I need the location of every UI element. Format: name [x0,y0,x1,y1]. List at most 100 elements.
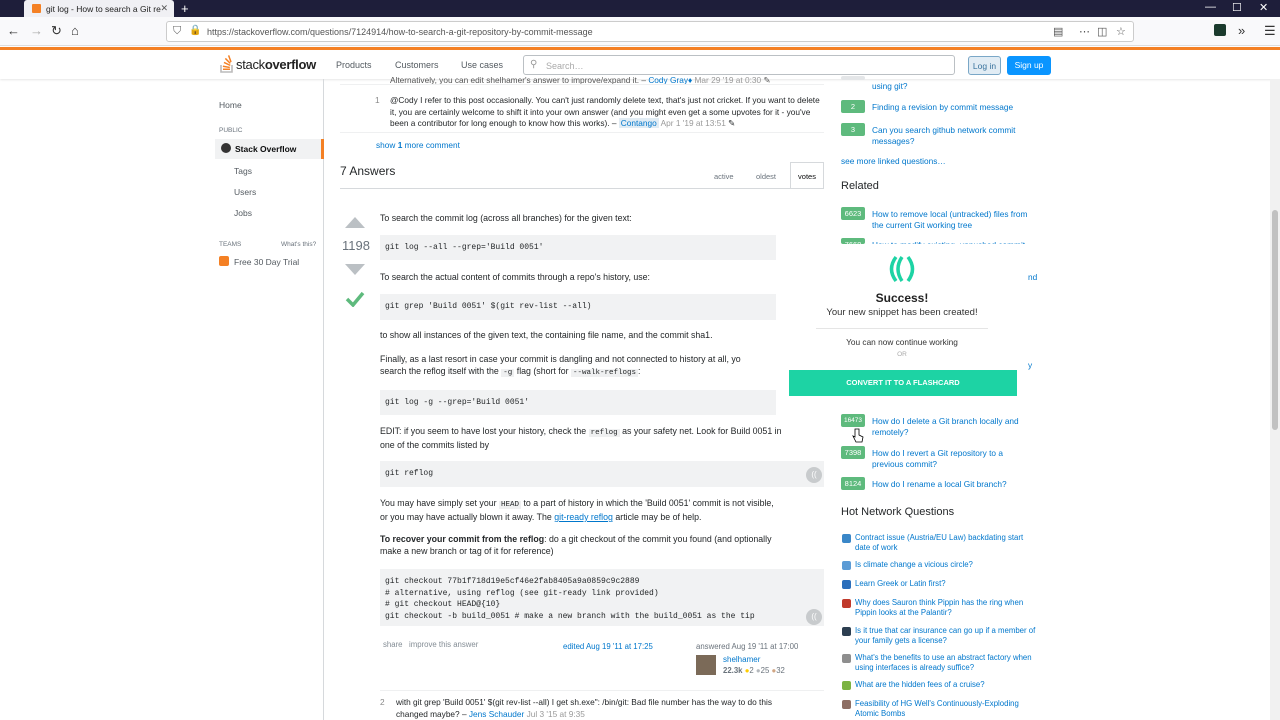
answer-paragraph: You may have simply set your HEAD to a p… [380,498,774,522]
snippet-logo-icon [889,255,915,283]
browser-tab[interactable]: git log - How to search a Git re ✕ [24,0,174,17]
overflow-chevron-icon[interactable]: » [1238,23,1245,38]
hot-question-link[interactable]: Contract issue (Austria/EU Law) backdati… [855,533,1040,553]
reload-icon[interactable]: ↻ [51,23,62,39]
free-trial-link[interactable]: Free 30 Day Trial [234,257,299,267]
extension-icon[interactable] [1214,24,1226,36]
minimize-icon[interactable]: — [1205,1,1216,13]
comment-author[interactable]: Jens Schauder [469,709,524,719]
linked-question-link[interactable]: using git? [872,81,1032,92]
comment-author[interactable]: Contango [618,118,659,128]
linked-count: 3 [841,123,865,136]
answer-paragraph: To search the actual content of commits … [380,272,650,282]
reader-view-icon[interactable]: ▤ [1053,25,1063,38]
improve-answer-link[interactable]: improve this answer [409,640,478,649]
forward-icon[interactable]: → [30,23,43,38]
close-tab-icon[interactable]: ✕ [160,3,168,14]
window-close-icon[interactable]: ✕ [1259,1,1268,14]
shield-icon[interactable]: ⛉ [173,25,181,38]
maximize-icon[interactable]: ☐ [1232,1,1242,14]
sort-tab-active[interactable]: active [714,172,734,181]
sidebar-item-users[interactable]: Users [234,187,256,197]
new-tab-icon[interactable]: + [181,1,189,16]
site-icon [842,627,851,636]
whats-this-link[interactable]: What's this? [281,241,316,248]
hot-question-link[interactable]: Is it true that car insurance can go up … [855,626,1040,646]
related-heading: Related [841,180,879,192]
home-icon[interactable]: ⌂ [71,23,79,38]
nav-customers[interactable]: Customers [395,60,439,70]
hot-question-link[interactable]: Learn Greek or Latin first? [855,579,1040,589]
convert-flashcard-button[interactable]: CONVERT IT TO A FLASHCARD [789,370,1017,396]
back-icon[interactable]: ← [7,23,20,38]
stackoverflow-logo-icon[interactable] [220,55,234,73]
url-bar[interactable]: ⛉ 🔒 https://stackoverflow.com/questions/… [166,21,1134,42]
sidebar-section-public: PUBLIC [219,127,243,134]
answered-timestamp: answered Aug 19 '11 at 17:00 [696,642,799,651]
related-link-peek[interactable]: y [1028,360,1038,371]
accepted-check-icon [345,291,365,307]
hot-question-link[interactable]: Is climate change a vicious circle? [855,560,1040,570]
upvote-arrow-icon[interactable] [345,216,365,228]
related-link-peek[interactable]: nd [1028,272,1042,283]
signup-button[interactable]: Sign up [1007,56,1051,75]
search-icon: ⚲ [530,59,538,70]
scrollbar-thumb[interactable] [1272,210,1278,430]
briefcase-icon [219,256,229,266]
site-icon [842,700,851,709]
answer-paragraph: Finally, as a last resort in case your c… [380,354,741,377]
site-icon [842,681,851,690]
comment-body: @Cody I refer to this post occasionally.… [390,95,820,128]
snippet-icon[interactable]: (( [806,609,822,625]
sidebar-item-label: Stack Overflow [235,144,297,154]
hot-question-link[interactable]: What are the hidden fees of a cruise? [855,680,1040,690]
sidebar-item-tags[interactable]: Tags [234,166,252,176]
sort-tab-oldest[interactable]: oldest [756,172,776,181]
downvote-arrow-icon[interactable] [345,264,365,276]
sort-tab-votes[interactable]: votes [790,162,824,188]
lock-icon[interactable]: 🔒 [189,25,201,36]
user-name[interactable]: shelhamer [723,655,760,664]
nav-products[interactable]: Products [336,60,372,70]
hot-question-link[interactable]: Why does Sauron think Pippin has the rin… [855,598,1040,618]
pocket-icon[interactable]: ◫ [1097,25,1107,38]
globe-icon [221,143,231,153]
linked-question-link[interactable]: Finding a revision by commit message [872,102,1032,113]
answer-paragraph: to show all instances of the given text,… [380,330,713,340]
linked-question-link[interactable]: Can you search github network commit mes… [872,125,1032,147]
hot-question-link[interactable]: What's the benefits to use an abstract f… [855,653,1040,673]
login-button[interactable]: Log in [968,56,1001,75]
snippet-icon[interactable]: (( [806,467,822,483]
search-placeholder: Search… [546,61,584,71]
browser-titlebar: git log - How to search a Git re ✕ + — ☐… [0,0,1280,17]
hot-question-link[interactable]: Feasibility of HG Well's Continuously-Ex… [855,699,1040,719]
continue-working-text: You can now continue working [846,337,958,347]
comment-vote-count: 1 [375,95,380,105]
comment-author[interactable]: Cody Gray♦ [648,75,692,84]
bookmark-star-icon[interactable]: ☆ [1116,25,1126,38]
git-ready-reflog-link[interactable]: git-ready reflog [554,512,613,522]
related-question-link[interactable]: How to remove local (untracked) files fr… [872,209,1032,231]
edited-timestamp[interactable]: edited Aug 19 '11 at 17:25 [563,642,653,651]
sidebar-item-home[interactable]: Home [219,100,242,110]
comment-divider [380,690,824,691]
share-link[interactable]: share [383,640,403,649]
answer-vote-count: 1198 [342,238,370,253]
see-more-linked-link[interactable]: see more linked questions… [841,156,946,166]
menu-hamburger-icon[interactable]: ☰ [1264,23,1276,39]
related-question-link[interactable]: How do I delete a Git branch locally and… [872,416,1032,438]
answers-tabs-divider [340,188,824,189]
related-question-link[interactable]: How do I rename a local Git branch? [872,479,1032,490]
logo-text[interactable]: stackoverflow [236,57,316,72]
nav-use-cases[interactable]: Use cases [461,60,503,70]
search-input[interactable]: ⚲ Search… [523,55,955,75]
show-more-comments-link[interactable]: show 1 more comment [376,140,460,152]
related-count: 16473 [841,414,865,427]
sidebar-item-jobs[interactable]: Jobs [234,208,252,218]
related-question-link[interactable]: How do I revert a Git repository to a pr… [872,448,1032,470]
comment-body: with git grep 'Build 0051' $(git rev-lis… [396,697,772,719]
more-actions-icon[interactable]: ⋯ [1079,25,1090,38]
sidebar-item-stack-overflow[interactable]: Stack Overflow [215,139,324,159]
url-text[interactable]: https://stackoverflow.com/questions/7124… [207,27,593,37]
avatar[interactable] [696,655,716,675]
